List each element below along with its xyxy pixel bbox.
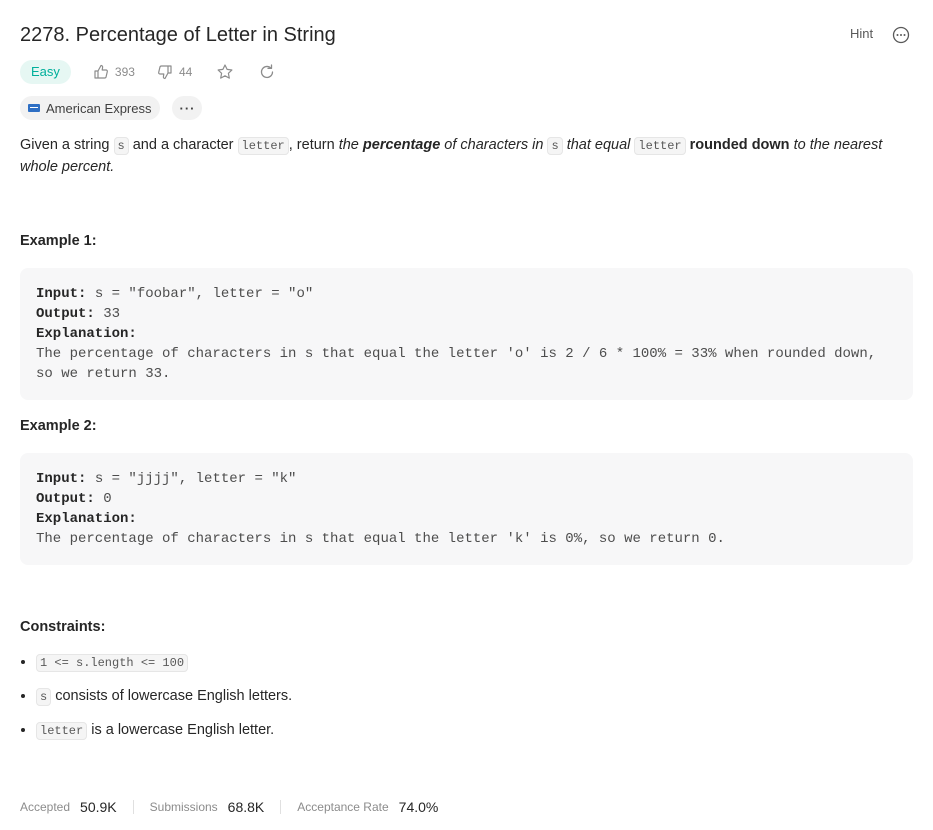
more-tags-button[interactable]: ···	[172, 96, 203, 120]
tags-row: American Express ···	[20, 96, 203, 120]
code-letter: letter	[237, 137, 289, 155]
dislike-button[interactable]: 44	[157, 64, 192, 80]
input-label: Input:	[36, 286, 87, 302]
hint-button[interactable]: Hint	[850, 26, 873, 41]
code-s: s	[113, 137, 129, 155]
amex-logo-icon	[28, 104, 40, 112]
input-value: s = "jjjj", letter = "k"	[86, 471, 297, 487]
desc-italic: that equal	[562, 137, 635, 153]
more-options-icon[interactable]	[892, 26, 910, 44]
desc-bold: percentage	[362, 137, 441, 153]
submissions-label: Submissions	[149, 800, 218, 814]
acceptance-rate-label: Acceptance Rate	[297, 800, 389, 814]
problem-description: Given a string s and a character letter,…	[20, 135, 913, 178]
example-explanation-label: Explanation:	[36, 509, 897, 529]
example-input: Input: s = "foobar", letter = "o"	[36, 284, 897, 304]
constraint-item: s consists of lowercase English letters.	[36, 686, 916, 708]
thumbs-down-icon	[158, 65, 172, 80]
output-value: 33	[94, 306, 121, 322]
reset-button[interactable]	[258, 63, 276, 81]
example-explanation: The percentage of characters in s that e…	[36, 346, 885, 382]
desc-italic: of characters in	[440, 137, 548, 153]
example-input: Input: s = "jjjj", letter = "k"	[36, 469, 897, 489]
company-tag[interactable]: American Express	[20, 96, 161, 120]
output-label: Output:	[36, 491, 95, 507]
example-output: Output: 0	[36, 489, 897, 509]
dislike-count: 44	[178, 65, 193, 79]
desc-text: and a character	[128, 137, 238, 153]
star-icon	[217, 64, 233, 79]
example-2-box: Input: s = "jjjj", letter = "k" Output: …	[20, 453, 913, 565]
company-name: American Express	[46, 100, 152, 116]
constraint-code: 1 <= s.length <= 100	[36, 654, 189, 672]
desc-text: , return	[288, 137, 339, 153]
code-letter: letter	[634, 137, 686, 155]
constraints-title: Constraints:	[20, 619, 106, 635]
output-label: Output:	[36, 306, 95, 322]
problem-title: 2278. Percentage of Letter in String	[20, 24, 336, 46]
constraint-text: is a lowercase English letter.	[87, 722, 275, 738]
constraint-text: consists of lowercase English letters.	[51, 688, 293, 704]
input-value: s = "foobar", letter = "o"	[86, 286, 314, 302]
refresh-icon	[261, 64, 274, 79]
thumbs-up-icon	[94, 64, 108, 79]
submissions-value: 68.8K	[227, 799, 265, 815]
explanation-label: Explanation:	[36, 511, 137, 527]
explanation-label: Explanation:	[36, 326, 137, 342]
like-button[interactable]: 393	[93, 64, 135, 80]
example-2-title: Example 2:	[20, 418, 97, 434]
stats-footer: Accepted 50.9K Submissions 68.8K Accepta…	[20, 797, 438, 817]
problem-page: 2278. Percentage of Letter in String Hin…	[0, 0, 933, 830]
accepted-value: 50.9K	[80, 799, 117, 815]
acceptance-rate-value: 74.0%	[398, 799, 439, 815]
output-value: 0	[94, 491, 112, 507]
divider	[132, 800, 134, 814]
constraint-item: letter is a lowercase English letter.	[36, 720, 916, 742]
difficulty-badge: Easy	[20, 60, 71, 84]
input-label: Input:	[36, 471, 87, 487]
constraint-item: 1 <= s.length <= 100	[36, 652, 916, 674]
constraint-code: s	[36, 688, 52, 706]
accepted-label: Accepted	[20, 800, 71, 814]
favorite-button[interactable]	[216, 63, 234, 81]
desc-text: Given a string	[20, 137, 114, 153]
constraint-code: letter	[36, 722, 88, 740]
divider	[280, 800, 282, 814]
like-count: 393	[114, 65, 135, 79]
example-1-title: Example 1:	[20, 233, 97, 249]
desc-italic: the	[338, 137, 363, 153]
example-output: Output: 33	[36, 304, 897, 324]
example-explanation-label: Explanation:	[36, 324, 897, 344]
desc-bold: rounded down	[685, 137, 790, 153]
meta-row: Easy 393 44	[20, 60, 276, 84]
example-explanation: The percentage of characters in s that e…	[36, 531, 725, 547]
code-s: s	[547, 137, 563, 155]
constraints-list: 1 <= s.length <= 100 s consists of lower…	[20, 652, 916, 754]
example-1-box: Input: s = "foobar", letter = "o" Output…	[20, 268, 913, 400]
